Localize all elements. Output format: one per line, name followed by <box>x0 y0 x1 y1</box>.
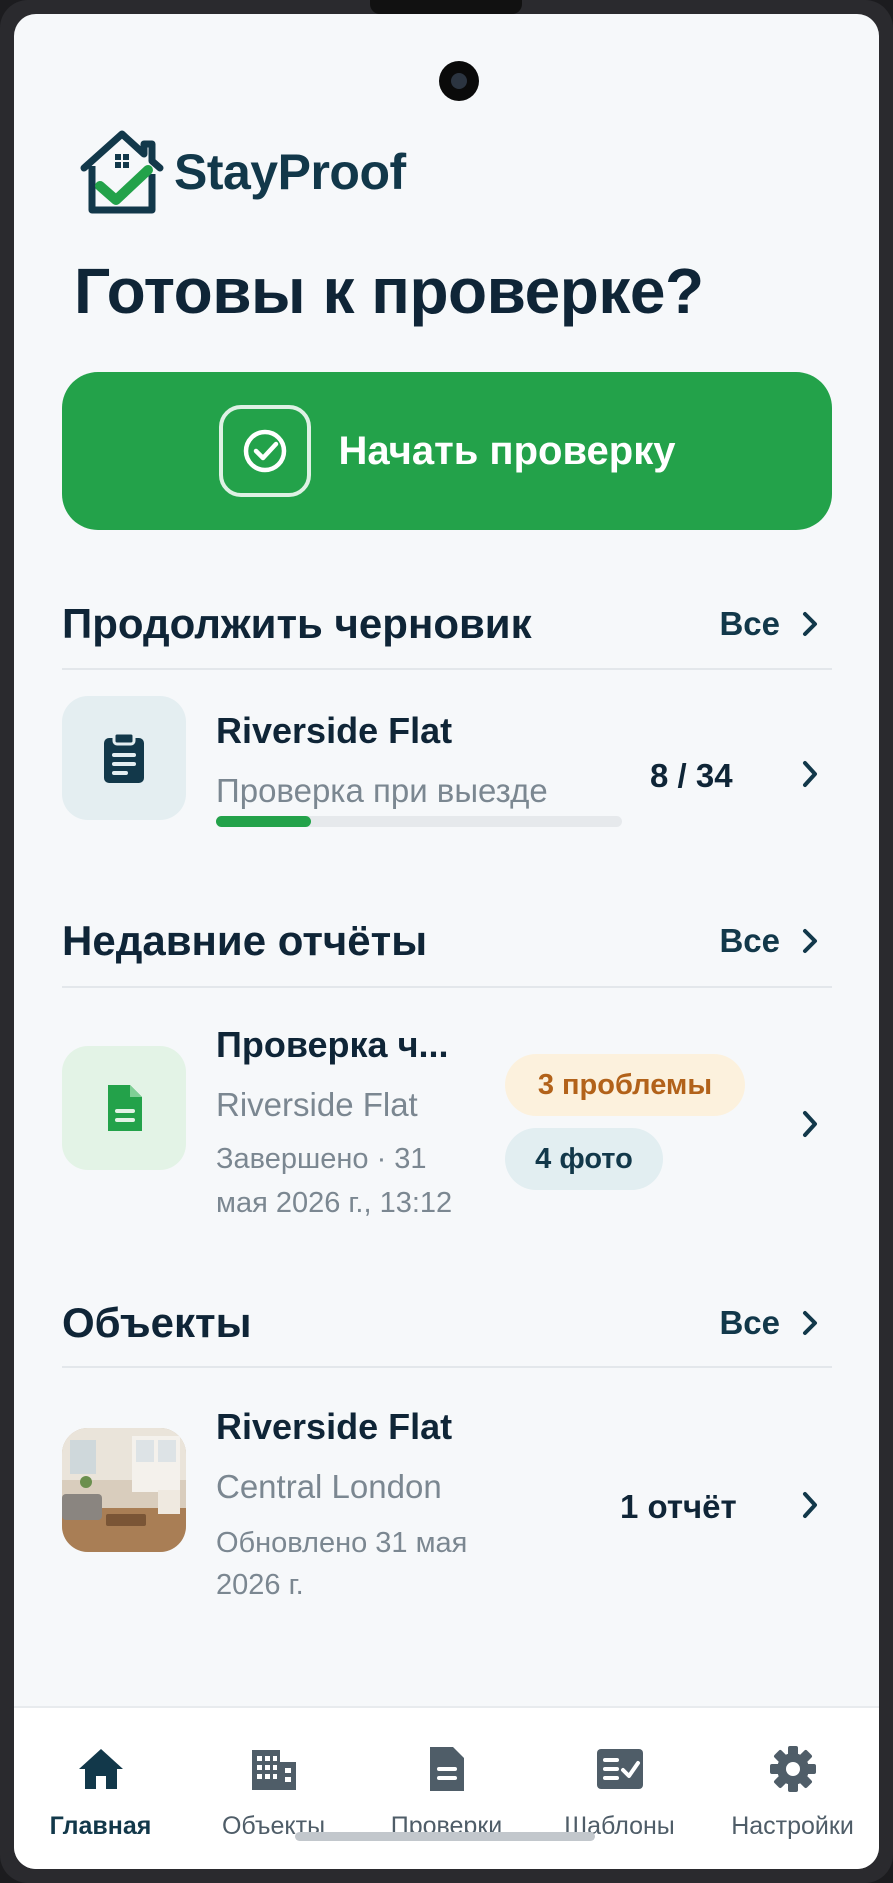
issues-badge: 3 проблемы <box>505 1054 745 1116</box>
building-icon <box>247 1742 301 1796</box>
phone-frame: StayProof Готовы к проверке? Начать пров… <box>0 0 893 1883</box>
reports-title: Недавние отчёты <box>62 917 428 964</box>
properties-all-link[interactable]: Все <box>719 1304 818 1342</box>
start-inspection-button[interactable]: Начать проверку <box>62 372 832 530</box>
home-icon <box>74 1742 128 1796</box>
nav-home[interactable]: Главная <box>14 1708 187 1869</box>
drafts-header: Продолжить черновик Все <box>62 600 832 648</box>
draft-title: Riverside Flat <box>216 710 453 751</box>
nav-templates[interactable]: Шаблоны <box>533 1708 706 1869</box>
property-title: Riverside Flat <box>216 1406 453 1447</box>
document-icon <box>420 1742 474 1796</box>
bottom-nav: Главная Объекты Проверки Шаблоны Настрой… <box>14 1706 879 1869</box>
report-completed-line2: мая 2026 г., 13:12 <box>216 1187 453 1219</box>
front-camera <box>439 61 479 101</box>
properties-header: Объекты Все <box>62 1299 832 1347</box>
app-name: StayProof <box>174 144 406 200</box>
app-logo: StayProof <box>74 124 406 220</box>
drafts-divider <box>62 668 832 670</box>
nav-settings-label: Настройки <box>731 1812 854 1840</box>
property-report-count: 1 отчёт <box>620 1488 737 1525</box>
drafts-title: Продолжить черновик <box>62 600 532 647</box>
reports-all-link[interactable]: Все <box>719 922 818 960</box>
reports-divider <box>62 986 832 988</box>
reports-header: Недавние отчёты Все <box>62 917 832 965</box>
home-indicator <box>295 1832 595 1841</box>
chevron-right-icon <box>803 1111 817 1137</box>
property-photo <box>62 1428 186 1552</box>
draft-subtitle: Проверка при выезде <box>216 772 548 809</box>
chevron-right-icon <box>803 929 817 953</box>
chevron-right-icon <box>803 1311 817 1335</box>
nav-properties[interactable]: Объекты <box>187 1708 360 1869</box>
checklist-icon <box>593 1742 647 1796</box>
report-subtitle: Riverside Flat <box>216 1086 418 1123</box>
chevron-right-icon <box>803 761 817 787</box>
draft-progress-count: 8 / 34 <box>650 757 733 794</box>
properties-title: Объекты <box>62 1299 252 1346</box>
property-subtitle: Central London <box>216 1468 442 1505</box>
property-updated-line1: Обновлено 31 мая <box>216 1527 468 1559</box>
page-title: Готовы к проверке? <box>74 255 704 327</box>
reports-all-label: Все <box>719 922 780 959</box>
draft-progress-bar <box>216 816 622 827</box>
report-title: Проверка ч... <box>216 1024 449 1065</box>
nav-inspections[interactable]: Проверки <box>360 1708 533 1869</box>
check-circle-icon <box>218 405 311 497</box>
clipboard-icon <box>62 696 186 820</box>
top-speaker <box>370 0 522 14</box>
gear-icon <box>766 1742 820 1796</box>
properties-all-label: Все <box>719 1304 780 1341</box>
drafts-all-label: Все <box>719 605 780 642</box>
property-updated-line2: 2026 г. <box>216 1569 304 1601</box>
house-check-icon <box>80 130 164 214</box>
report-completed-line1: Завершено · 31 <box>216 1143 427 1175</box>
drafts-all-link[interactable]: Все <box>719 605 818 643</box>
start-inspection-label: Начать проверку <box>338 428 676 473</box>
nav-settings[interactable]: Настройки <box>706 1708 879 1869</box>
screen: StayProof Готовы к проверке? Начать пров… <box>14 14 879 1869</box>
chevron-right-icon <box>803 1492 817 1518</box>
nav-home-label: Главная <box>49 1812 152 1840</box>
draft-progress-fill <box>216 816 312 827</box>
chevron-right-icon <box>803 612 817 636</box>
photos-badge: 4 фото <box>505 1128 663 1190</box>
report-document-icon <box>62 1046 186 1170</box>
properties-divider <box>62 1366 832 1368</box>
